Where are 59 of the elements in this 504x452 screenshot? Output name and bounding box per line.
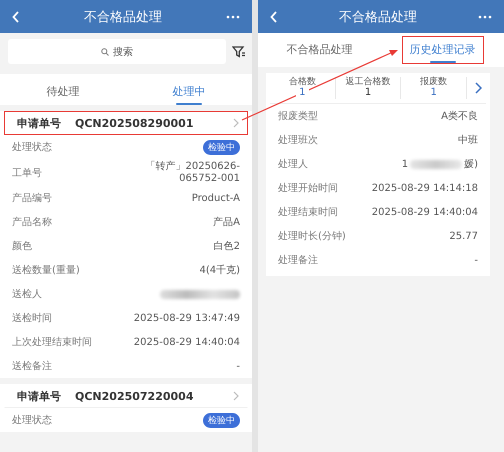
field-value: 4(4千克) xyxy=(199,264,240,277)
back-icon[interactable] xyxy=(12,10,20,22)
field-label: 处理开始时间 xyxy=(278,182,338,195)
search-icon xyxy=(101,48,109,56)
screen-title: 不合格品处理 xyxy=(339,8,417,26)
field-label: 送检人 xyxy=(12,288,42,301)
field-label: 处理时长(分钟) xyxy=(278,230,346,243)
field-value: 中班 xyxy=(458,134,478,147)
field-label: 处理备注 xyxy=(278,254,318,267)
field-label: 送检时间 xyxy=(12,312,52,325)
field-label: 产品编号 xyxy=(12,192,52,205)
filter-icon[interactable] xyxy=(232,46,246,58)
back-icon[interactable] xyxy=(270,10,278,22)
field-label: 颜色 xyxy=(12,240,32,253)
screen-title: 不合格品处理 xyxy=(84,8,162,26)
field-value: 2025-08-29 14:40:04 xyxy=(372,206,478,218)
more-icon[interactable] xyxy=(478,14,492,18)
chevron-icon xyxy=(233,391,239,401)
field-value: 25.77 xyxy=(449,230,478,242)
field-value: A类不良 xyxy=(441,110,478,123)
request-header[interactable]: 申请单号 QCN202508290001 xyxy=(4,111,248,135)
field-value: 产品A xyxy=(213,216,240,229)
tab[interactable]: 不合格品处理 xyxy=(278,36,360,64)
field-label: 工单号 xyxy=(12,166,42,180)
chevron-icon[interactable] xyxy=(475,82,482,94)
field-label: 处理状态 xyxy=(12,140,52,154)
field-label: 上次处理结束时间 xyxy=(12,336,92,349)
request-header[interactable]: 申请单号 QCN202507220004 xyxy=(4,384,248,408)
field-label: 处理状态 xyxy=(12,414,52,427)
field-label: 处理班次 xyxy=(278,134,318,147)
tab[interactable]: 历史处理记录 xyxy=(402,36,484,64)
field-value: 1 xyxy=(402,158,408,170)
search-field[interactable]: 搜索 xyxy=(8,39,226,64)
field-value: Product-A xyxy=(192,192,240,204)
field-value: 媛) xyxy=(464,158,478,171)
field-value: - xyxy=(474,254,478,266)
stat-label: 合格数 xyxy=(288,76,316,88)
field-label: 送检备注 xyxy=(12,360,52,373)
tab[interactable]: 待处理 xyxy=(0,74,126,105)
stat-label: 报废数 xyxy=(420,76,448,88)
stat-label: 返工合格数 xyxy=(346,76,390,88)
status-badge: 检验中 xyxy=(203,412,240,428)
field-label: 处理人 xyxy=(278,158,308,171)
field-value: - xyxy=(236,360,240,372)
field-value: 白色2 xyxy=(214,240,240,253)
field-value: 2025-08-29 14:40:04 xyxy=(134,336,240,348)
more-icon[interactable] xyxy=(226,14,240,18)
chevron-icon xyxy=(233,118,239,128)
field-label: 报废类型 xyxy=(278,110,318,123)
stat-value: 1 xyxy=(296,87,309,100)
field-value: 2025-08-29 13:47:49 xyxy=(134,312,240,324)
field-label: 产品名称 xyxy=(12,216,52,229)
field-value: 「转产」20250626-065752-001 xyxy=(144,160,240,186)
field-label: 处理结束时间 xyxy=(278,206,338,219)
tab[interactable]: 处理中 xyxy=(126,74,252,105)
redacted-value xyxy=(410,160,462,168)
field-value: 2025-08-29 14:14:18 xyxy=(372,182,478,194)
status-badge: 检验中 xyxy=(203,140,240,154)
field-label: 送检数量(重量) xyxy=(12,264,80,277)
